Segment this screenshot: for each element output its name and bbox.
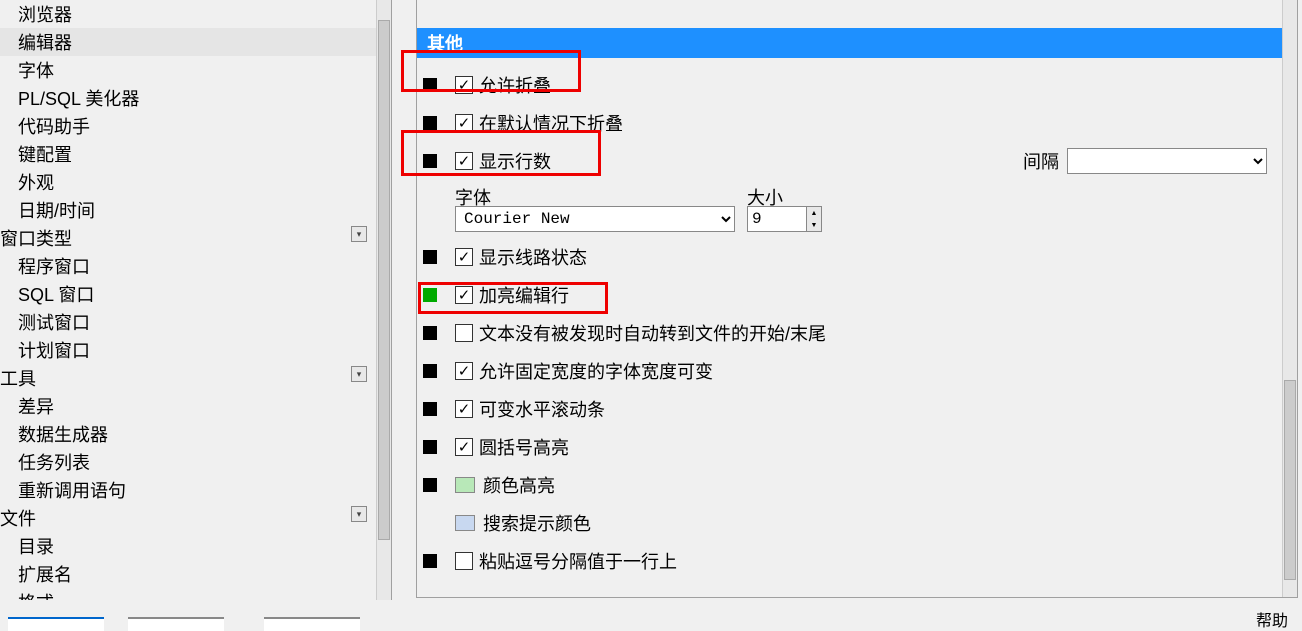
ok-button[interactable] xyxy=(8,617,104,631)
main-scrollbar[interactable] xyxy=(1282,0,1297,598)
tree-item-editor[interactable]: 编辑器 xyxy=(0,28,391,56)
section-header-other: 其他 xyxy=(417,28,1297,58)
input-font-size[interactable] xyxy=(747,206,807,232)
checkbox-wrap-not-found[interactable] xyxy=(455,324,473,342)
bullet-icon xyxy=(423,440,437,454)
bullet-icon xyxy=(423,402,437,416)
tree-item-code-assist[interactable]: 代码助手 xyxy=(0,112,391,140)
checkbox-paste-comma[interactable] xyxy=(455,552,473,570)
color-swatch-highlight[interactable] xyxy=(455,477,475,493)
cancel-button[interactable] xyxy=(128,617,224,631)
tree-item-recall[interactable]: 重新调用语句 xyxy=(0,476,391,504)
tree-group-label: 文件 xyxy=(0,509,36,529)
label-paste-comma: 粘贴逗号分隔值于一行上 xyxy=(479,548,677,574)
checkbox-line-status[interactable] xyxy=(455,248,473,266)
bullet-icon xyxy=(423,154,437,168)
tree-group-label: 窗口类型 xyxy=(0,229,72,249)
tree-item-key-config[interactable]: 键配置 xyxy=(0,140,391,168)
label-line-status: 显示线路状态 xyxy=(479,244,587,270)
tree-item-directory[interactable]: 目录 xyxy=(0,532,391,560)
sidebar-scrollbar[interactable] xyxy=(376,0,391,600)
spinner-down-icon[interactable]: ▼ xyxy=(807,219,821,231)
checkbox-fold-default[interactable] xyxy=(455,114,473,132)
tree-group-files[interactable]: 文件 ▾ xyxy=(0,504,391,532)
label-highlight-edit: 加亮编辑行 xyxy=(479,282,569,308)
checkbox-highlight-edit[interactable] xyxy=(455,286,473,304)
label-allow-fold: 允许折叠 xyxy=(479,72,551,98)
tree-group-label: 工具 xyxy=(0,369,36,389)
tree-item-sql-window[interactable]: SQL 窗口 xyxy=(0,280,391,308)
tree-item-diff[interactable]: 差异 xyxy=(0,392,391,420)
collapse-icon[interactable]: ▾ xyxy=(351,226,367,242)
tree-item-program-window[interactable]: 程序窗口 xyxy=(0,252,391,280)
tree-item-browser[interactable]: 浏览器 xyxy=(0,0,391,28)
color-swatch-search-hint[interactable] xyxy=(455,515,475,531)
tree-group-window[interactable]: 窗口类型 ▾ xyxy=(0,224,391,252)
sidebar: 浏览器 编辑器 字体 PL/SQL 美化器 代码助手 键配置 外观 日期/时间 … xyxy=(0,0,392,600)
bullet-icon xyxy=(423,116,437,130)
label-fold-default: 在默认情况下折叠 xyxy=(479,110,623,136)
bullet-icon xyxy=(423,364,437,378)
spinner-font-size[interactable]: ▲ ▼ xyxy=(807,206,822,232)
label-var-width: 允许固定宽度的字体宽度可变 xyxy=(479,358,713,384)
bullet-icon xyxy=(423,288,437,302)
tree-group-tools[interactable]: 工具 ▾ xyxy=(0,364,391,392)
tree-item-font[interactable]: 字体 xyxy=(0,56,391,84)
tree-item-datetime[interactable]: 日期/时间 xyxy=(0,196,391,224)
spinner-up-icon[interactable]: ▲ xyxy=(807,207,821,219)
help-button[interactable]: 帮助 xyxy=(1256,607,1288,631)
label-wrap-not-found: 文本没有被发现时自动转到文件的开始/末尾 xyxy=(479,320,826,346)
select-interval[interactable] xyxy=(1067,148,1267,174)
bullet-icon xyxy=(423,554,437,568)
checkbox-show-lines[interactable] xyxy=(455,152,473,170)
bullet-icon xyxy=(423,516,437,530)
main-panel: 其他 允许折叠 在默认情况下折叠 显示行数 间隔 xyxy=(392,0,1302,600)
label-show-lines: 显示行数 xyxy=(479,148,551,174)
tree-item-plan-window[interactable]: 计划窗口 xyxy=(0,336,391,364)
tree-item-extension[interactable]: 扩展名 xyxy=(0,560,391,588)
tree-item-data-gen[interactable]: 数据生成器 xyxy=(0,420,391,448)
apply-button[interactable] xyxy=(264,617,360,631)
tree-item-beautifier[interactable]: PL/SQL 美化器 xyxy=(0,84,391,112)
collapse-icon[interactable]: ▾ xyxy=(351,506,367,522)
bullet-icon xyxy=(423,78,437,92)
tree-item-appearance[interactable]: 外观 xyxy=(0,168,391,196)
label-search-hint: 搜索提示颜色 xyxy=(483,510,591,536)
checkbox-var-hscroll[interactable] xyxy=(455,400,473,418)
bullet-icon xyxy=(423,478,437,492)
checkbox-var-width[interactable] xyxy=(455,362,473,380)
checkbox-paren-highlight[interactable] xyxy=(455,438,473,456)
bullet-icon xyxy=(423,326,437,340)
checkbox-allow-fold[interactable] xyxy=(455,76,473,94)
footer: 帮助 xyxy=(0,611,1302,631)
tree-item-task-list[interactable]: 任务列表 xyxy=(0,448,391,476)
bullet-icon xyxy=(423,250,437,264)
label-interval: 间隔 xyxy=(1023,148,1059,174)
select-font[interactable]: Courier New xyxy=(455,206,735,232)
collapse-icon[interactable]: ▾ xyxy=(351,366,367,382)
label-paren-highlight: 圆括号高亮 xyxy=(479,434,569,460)
label-var-hscroll: 可变水平滚动条 xyxy=(479,396,605,422)
tree-item-test-window[interactable]: 测试窗口 xyxy=(0,308,391,336)
label-color-highlight: 颜色高亮 xyxy=(483,472,555,498)
tree-item-format[interactable]: 格式 xyxy=(0,588,391,600)
